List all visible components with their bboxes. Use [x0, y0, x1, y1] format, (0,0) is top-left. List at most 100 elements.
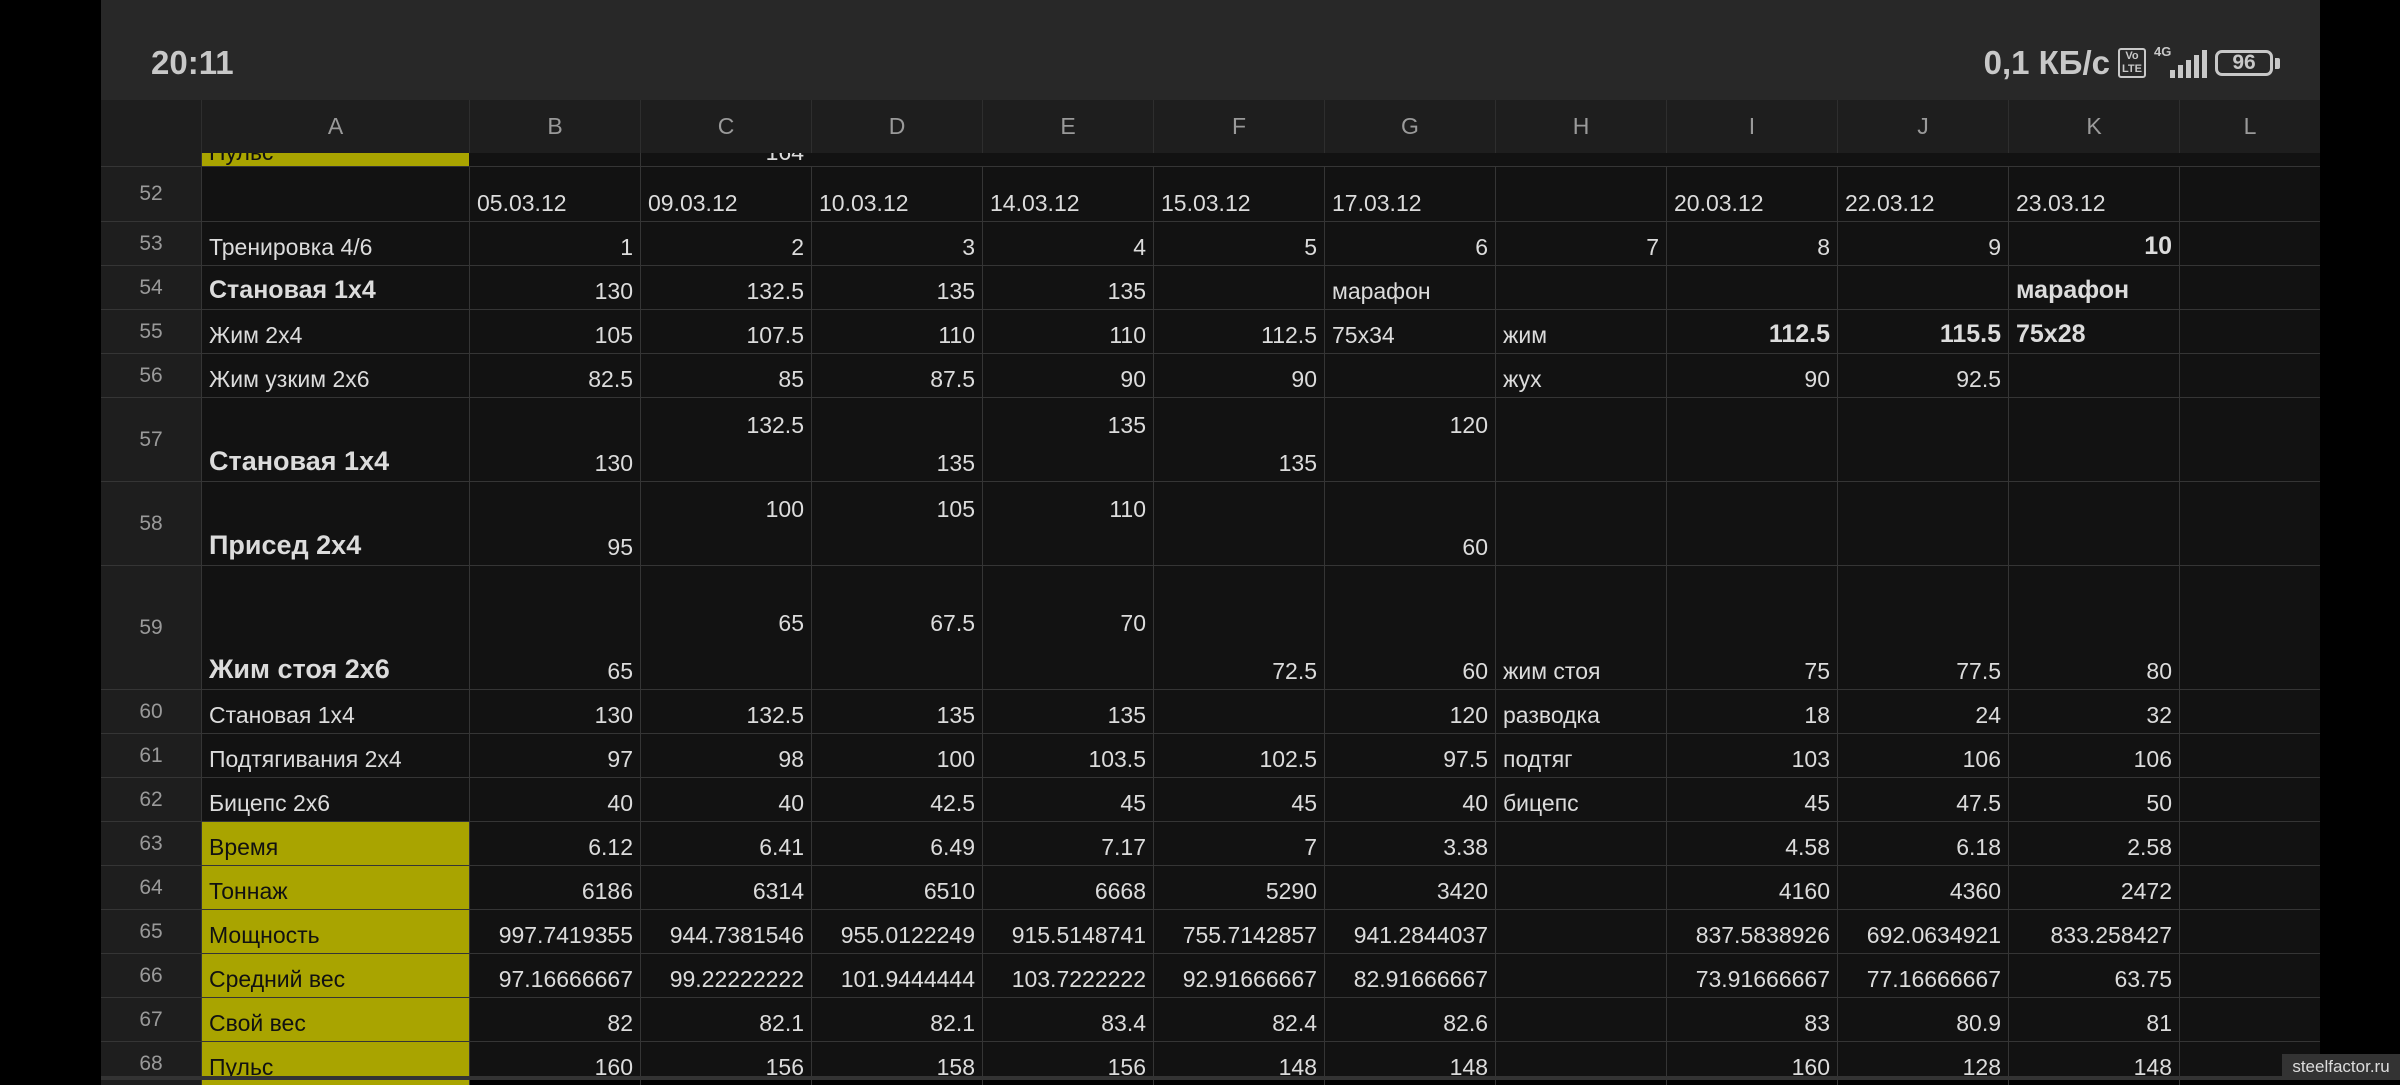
cell-d54[interactable]: 135 — [811, 266, 982, 309]
cell-l54[interactable] — [2179, 266, 2320, 309]
cell-a57[interactable]: Становая 1х4 — [201, 398, 469, 481]
cell-j67[interactable]: 80.9 — [1837, 998, 2008, 1041]
column-header-e[interactable]: E — [982, 100, 1153, 153]
cell-c52[interactable]: 09.03.12 — [640, 167, 811, 221]
cell-f54[interactable] — [1153, 266, 1324, 309]
cell-j62[interactable]: 47.5 — [1837, 778, 2008, 821]
cell-k60[interactable]: 32 — [2008, 690, 2179, 733]
cell-e61[interactable]: 103.5 — [982, 734, 1153, 777]
cell-a61[interactable]: Подтягивания 2х4 — [201, 734, 469, 777]
column-header-g[interactable]: G — [1324, 100, 1495, 153]
cell-d56[interactable]: 87.5 — [811, 354, 982, 397]
row-header-57[interactable]: 57 — [101, 398, 201, 481]
cell-h52[interactable] — [1495, 167, 1666, 221]
cell-a55[interactable]: Жим 2х4 — [201, 310, 469, 353]
cell-d62[interactable]: 42.5 — [811, 778, 982, 821]
cell-l66[interactable] — [2179, 954, 2320, 997]
cell-a51[interactable]: Пульс — [201, 153, 469, 166]
row-header-65[interactable]: 65 — [101, 910, 201, 953]
cell-c56[interactable]: 85 — [640, 354, 811, 397]
cell-k62[interactable]: 50 — [2008, 778, 2179, 821]
cell-a58[interactable]: Присед 2х4 — [201, 482, 469, 565]
cell-f57[interactable]: 135 — [1153, 398, 1324, 481]
cell-b65[interactable]: 997.7419355 — [469, 910, 640, 953]
column-header-a[interactable]: A — [201, 100, 469, 153]
cell-f63[interactable]: 7 — [1153, 822, 1324, 865]
cell-a62[interactable]: Бицепс 2х6 — [201, 778, 469, 821]
cell-g53[interactable]: 6 — [1324, 222, 1495, 265]
cell-j61[interactable]: 106 — [1837, 734, 2008, 777]
cell-d65[interactable]: 955.0122249 — [811, 910, 982, 953]
cell-h55[interactable]: жим — [1495, 310, 1666, 353]
cell-e64[interactable]: 6668 — [982, 866, 1153, 909]
cell-i67[interactable]: 83 — [1666, 998, 1837, 1041]
cell-g57[interactable]: 120 — [1324, 398, 1495, 481]
cell-j53[interactable]: 9 — [1837, 222, 2008, 265]
cell-e53[interactable]: 4 — [982, 222, 1153, 265]
cell-c64[interactable]: 6314 — [640, 866, 811, 909]
cell-h62[interactable]: бицепс — [1495, 778, 1666, 821]
cell-l53[interactable] — [2179, 222, 2320, 265]
cell-l65[interactable] — [2179, 910, 2320, 953]
cell-g55[interactable]: 75х34 — [1324, 310, 1495, 353]
cell-d63[interactable]: 6.49 — [811, 822, 982, 865]
cell-i59[interactable]: 75 — [1666, 566, 1837, 689]
cell-j56[interactable]: 92.5 — [1837, 354, 2008, 397]
cell-b63[interactable]: 6.12 — [469, 822, 640, 865]
cell-k67[interactable]: 81 — [2008, 998, 2179, 1041]
cell-h53[interactable]: 7 — [1495, 222, 1666, 265]
column-header-l[interactable]: L — [2179, 100, 2320, 153]
cell-a60[interactable]: Становая 1х4 — [201, 690, 469, 733]
cell-i53[interactable]: 8 — [1666, 222, 1837, 265]
cell-e55[interactable]: 110 — [982, 310, 1153, 353]
row-header-62[interactable]: 62 — [101, 778, 201, 821]
cell-b53[interactable]: 1 — [469, 222, 640, 265]
row-header-61[interactable]: 61 — [101, 734, 201, 777]
cell-i63[interactable]: 4.58 — [1666, 822, 1837, 865]
cell-c54[interactable]: 132.5 — [640, 266, 811, 309]
cell-i62[interactable]: 45 — [1666, 778, 1837, 821]
row-header-53[interactable]: 53 — [101, 222, 201, 265]
cell-h67[interactable] — [1495, 998, 1666, 1041]
row-header-67[interactable]: 67 — [101, 998, 201, 1041]
cell-l61[interactable] — [2179, 734, 2320, 777]
cell-f52[interactable]: 15.03.12 — [1153, 167, 1324, 221]
cell-h66[interactable] — [1495, 954, 1666, 997]
cell-a67[interactable]: Свой вес — [201, 998, 469, 1041]
cell-g63[interactable]: 3.38 — [1324, 822, 1495, 865]
cell-j58[interactable] — [1837, 482, 2008, 565]
cell-f55[interactable]: 112.5 — [1153, 310, 1324, 353]
cell-h64[interactable] — [1495, 866, 1666, 909]
cell-d64[interactable]: 6510 — [811, 866, 982, 909]
cell-l63[interactable] — [2179, 822, 2320, 865]
cell-d58[interactable]: 105 — [811, 482, 982, 565]
cell-j54[interactable] — [1837, 266, 2008, 309]
cell-a63[interactable]: Время — [201, 822, 469, 865]
cell-a54[interactable]: Становая 1х4 — [201, 266, 469, 309]
select-all-corner[interactable] — [101, 100, 201, 153]
cell-l67[interactable] — [2179, 998, 2320, 1041]
cell-k66[interactable]: 63.75 — [2008, 954, 2179, 997]
cell-d61[interactable]: 100 — [811, 734, 982, 777]
cell-l56[interactable] — [2179, 354, 2320, 397]
cell-e59[interactable]: 70 — [982, 566, 1153, 689]
cell-g62[interactable]: 40 — [1324, 778, 1495, 821]
cell-c55[interactable]: 107.5 — [640, 310, 811, 353]
cell-d66[interactable]: 101.9444444 — [811, 954, 982, 997]
cell-k59[interactable]: 80 — [2008, 566, 2179, 689]
column-header-h[interactable]: H — [1495, 100, 1666, 153]
cell-k64[interactable]: 2472 — [2008, 866, 2179, 909]
cell-c51[interactable]: 164 — [640, 153, 811, 166]
cell-l58[interactable] — [2179, 482, 2320, 565]
cell-i56[interactable]: 90 — [1666, 354, 1837, 397]
cell-b62[interactable]: 40 — [469, 778, 640, 821]
cell-e60[interactable]: 135 — [982, 690, 1153, 733]
row-header-54[interactable]: 54 — [101, 266, 201, 309]
cell-b59[interactable]: 65 — [469, 566, 640, 689]
cell-c66[interactable]: 99.22222222 — [640, 954, 811, 997]
cell-g61[interactable]: 97.5 — [1324, 734, 1495, 777]
cell-b60[interactable]: 130 — [469, 690, 640, 733]
cell-f59[interactable]: 72.5 — [1153, 566, 1324, 689]
cell-k54[interactable]: марафон — [2008, 266, 2179, 309]
cell-l55[interactable] — [2179, 310, 2320, 353]
